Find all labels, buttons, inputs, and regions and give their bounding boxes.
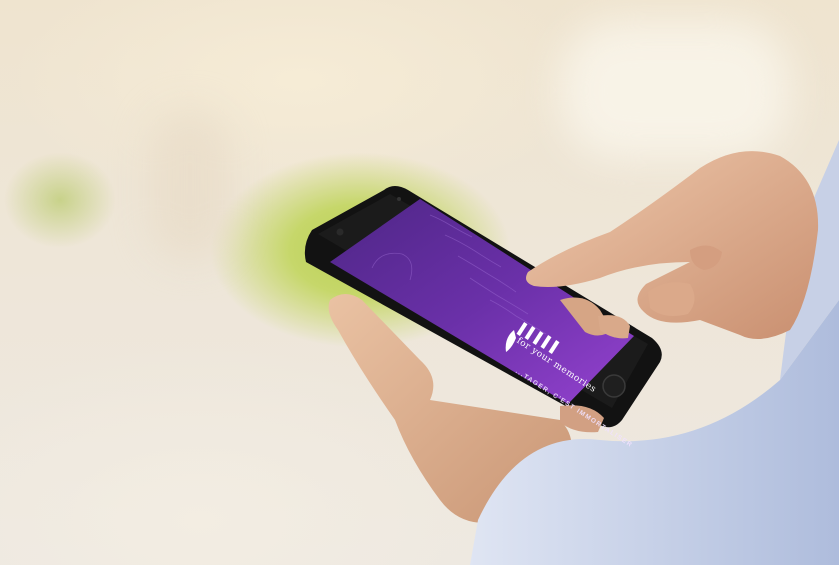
- home-button[interactable]: [602, 374, 626, 398]
- hands-and-phone: [304, 140, 839, 565]
- front-camera-icon: [336, 228, 344, 236]
- photo-scene: for your memories ...TAGER, C'EST IMMORT…: [0, 0, 839, 565]
- sensor-icon: [397, 197, 401, 201]
